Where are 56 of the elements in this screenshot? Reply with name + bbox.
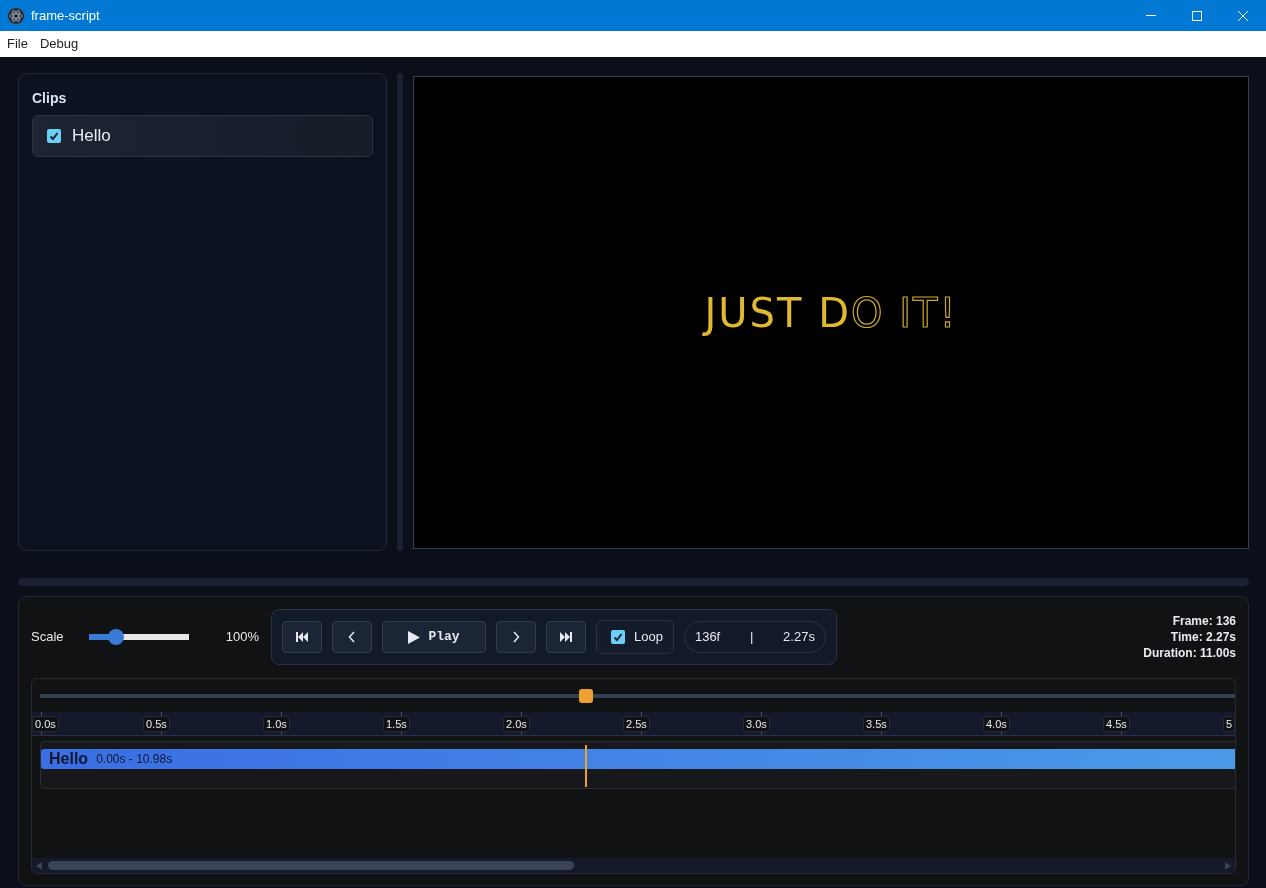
clip-label: Hello bbox=[72, 125, 111, 148]
scale-label: Scale bbox=[31, 628, 65, 647]
clip-name: Hello bbox=[49, 749, 89, 769]
menu-item[interactable]: Debug bbox=[33, 34, 85, 54]
checkbox[interactable] bbox=[611, 630, 625, 644]
tick-label: 2.5s bbox=[623, 716, 650, 732]
check-icon bbox=[49, 131, 59, 141]
tick-label: 3.5s bbox=[863, 716, 890, 732]
play-icon bbox=[408, 630, 421, 644]
tick-label: 4.0s bbox=[983, 716, 1010, 732]
time-value: 2.27s bbox=[783, 628, 815, 647]
scale-value: 100% bbox=[224, 628, 259, 647]
check-icon bbox=[613, 632, 623, 642]
clip-range: 0.00s - 10.98s bbox=[96, 751, 173, 768]
tick-label: 1.0s bbox=[263, 716, 290, 732]
tick-label: 4.5s bbox=[1103, 716, 1130, 732]
stat-text: Time: 2.27s bbox=[1169, 629, 1236, 645]
app-icon bbox=[8, 7, 24, 24]
menu-item[interactable]: File bbox=[1, 34, 34, 54]
horizontal-scrollbar[interactable] bbox=[32, 858, 1235, 873]
window-title: frame-script bbox=[31, 6, 101, 25]
scroll-left-icon[interactable] bbox=[36, 861, 42, 870]
close-icon bbox=[1237, 9, 1249, 22]
scrub-thumb[interactable] bbox=[579, 688, 594, 703]
loop-label: Loop bbox=[634, 628, 663, 647]
next-frame-button[interactable] bbox=[496, 621, 536, 653]
tick-label: 2.0s bbox=[503, 716, 530, 732]
clip-item[interactable]: Hello bbox=[32, 115, 373, 157]
preview-text: JUST D bbox=[704, 288, 851, 338]
slider-thumb[interactable] bbox=[108, 629, 124, 645]
checkbox[interactable] bbox=[47, 129, 61, 143]
scroll-right-icon[interactable] bbox=[1225, 861, 1231, 870]
preview-text: O IT! bbox=[850, 288, 958, 338]
first-frame-button[interactable] bbox=[282, 621, 322, 653]
maximize-icon bbox=[1191, 9, 1203, 22]
stat-text: Frame: 136 bbox=[1171, 613, 1236, 629]
play-button[interactable]: Play bbox=[382, 621, 486, 653]
skip-forward-icon bbox=[560, 632, 572, 642]
previous-frame-button[interactable] bbox=[332, 621, 372, 653]
tick-label: 0.5s bbox=[143, 716, 170, 732]
tick-label: 1.5s bbox=[383, 716, 410, 732]
panel-title: Clips bbox=[32, 89, 68, 108]
last-frame-button[interactable] bbox=[546, 621, 586, 653]
tick-label: 5 bbox=[1223, 716, 1235, 732]
separator-text: | bbox=[749, 628, 754, 647]
tick-label: 0.0s bbox=[32, 716, 59, 732]
skip-back-icon bbox=[296, 632, 308, 642]
playhead[interactable] bbox=[585, 745, 588, 787]
frame-count: 136f bbox=[694, 628, 721, 647]
stat-text: Duration: 11.00s bbox=[1143, 645, 1236, 661]
clip-bar[interactable]: Hello 0.00s - 10.98s bbox=[41, 749, 1235, 769]
chevron-right-icon bbox=[512, 631, 520, 643]
loop-toggle[interactable]: Loop bbox=[596, 620, 674, 654]
tick-label: 3.0s bbox=[743, 716, 770, 732]
scrollbar-thumb[interactable] bbox=[48, 861, 574, 870]
chevron-left-icon bbox=[348, 631, 356, 643]
